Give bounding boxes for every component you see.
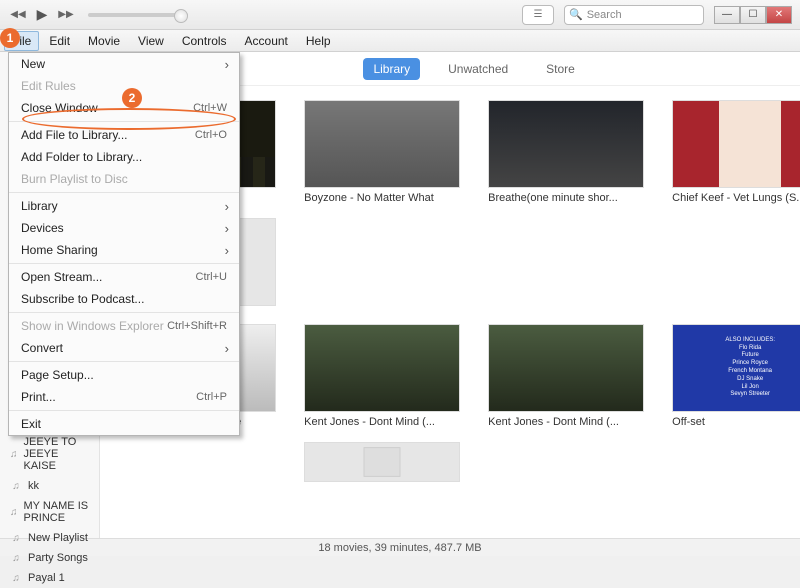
sidebar-item[interactable]: ♫New Playlist xyxy=(0,528,99,548)
menu-item-convert[interactable]: Convert xyxy=(9,337,239,359)
menu-controls[interactable]: Controls xyxy=(174,31,235,51)
video-card[interactable] xyxy=(304,442,460,482)
menu-separator xyxy=(9,410,239,411)
menu-item-home-sharing[interactable]: Home Sharing xyxy=(9,239,239,261)
video-card[interactable]: Kent Jones - Dont Mind (... xyxy=(304,324,460,428)
search-icon: 🔍 xyxy=(569,8,583,21)
video-card[interactable]: ALSO INCLUDES: Flo Rida Future Prince Ro… xyxy=(672,324,800,428)
menu-item-devices[interactable]: Devices xyxy=(9,217,239,239)
search-input[interactable]: 🔍 Search xyxy=(564,5,704,25)
sidebar-item[interactable]: ♫kk xyxy=(0,476,99,496)
playback-controls: ◀◀ ▶ ▶▶ xyxy=(8,5,76,25)
video-thumb xyxy=(488,100,644,188)
menu-item-show-explorer: Show in Windows ExplorerCtrl+Shift+R xyxy=(9,315,239,337)
tab-library[interactable]: Library xyxy=(363,58,420,80)
minimize-button[interactable]: — xyxy=(714,6,740,24)
menu-edit[interactable]: Edit xyxy=(41,31,78,51)
video-title: Off-set xyxy=(672,416,800,428)
menu-item-library[interactable]: Library xyxy=(9,195,239,217)
menu-account[interactable]: Account xyxy=(237,31,296,51)
maximize-button[interactable]: ☐ xyxy=(740,6,766,24)
menu-help[interactable]: Help xyxy=(298,31,339,51)
annotation-badge-1: 1 xyxy=(0,28,20,48)
annotation-badge-2: 2 xyxy=(122,88,142,108)
video-card[interactable]: Chief Keef - Vet Lungs (S... xyxy=(672,100,800,204)
playlist-icon: ♫ xyxy=(10,448,18,460)
menu-item-burn: Burn Playlist to Disc xyxy=(9,168,239,190)
next-button[interactable]: ▶▶ xyxy=(56,5,76,25)
menu-item-add-folder[interactable]: Add Folder to Library... xyxy=(9,146,239,168)
playlist-icon: ♫ xyxy=(10,480,22,492)
menu-item-subscribe[interactable]: Subscribe to Podcast... xyxy=(9,288,239,310)
menu-movie[interactable]: Movie xyxy=(80,31,128,51)
menubar: File Edit Movie View Controls Account He… xyxy=(0,30,800,52)
playlist-icon: ♫ xyxy=(10,572,22,584)
search-placeholder: Search xyxy=(587,9,622,21)
playlist-icon: ♫ xyxy=(10,552,22,564)
video-title: Boyzone - No Matter What xyxy=(304,192,460,204)
menu-view[interactable]: View xyxy=(130,31,172,51)
menu-item-new[interactable]: New xyxy=(9,53,239,75)
menu-item-open-stream[interactable]: Open Stream...Ctrl+U xyxy=(9,266,239,288)
play-button[interactable]: ▶ xyxy=(30,5,54,25)
menu-separator xyxy=(9,192,239,193)
video-card[interactable]: Breathe(one minute shor... xyxy=(488,100,644,204)
tab-unwatched[interactable]: Unwatched xyxy=(438,58,518,80)
menu-separator xyxy=(9,361,239,362)
menu-item-exit[interactable]: Exit xyxy=(9,413,239,435)
volume-slider[interactable] xyxy=(88,13,188,17)
sidebar-item[interactable]: ♫MY NAME IS PRINCE xyxy=(0,496,99,528)
sidebar-item[interactable]: ♫Payal 1 xyxy=(0,568,99,588)
view-mode-button[interactable]: ☰ xyxy=(522,5,554,25)
tab-store[interactable]: Store xyxy=(536,58,585,80)
video-title: Kent Jones - Dont Mind (... xyxy=(488,416,644,428)
status-bar: 18 movies, 39 minutes, 487.7 MB xyxy=(0,538,800,556)
video-card[interactable]: Boyzone - No Matter What xyxy=(304,100,460,204)
close-button[interactable]: ✕ xyxy=(766,6,792,24)
prev-button[interactable]: ◀◀ xyxy=(8,5,28,25)
sidebar-item[interactable]: ♫Party Songs xyxy=(0,548,99,568)
playlist-icon: ♫ xyxy=(10,506,18,518)
menu-item-print[interactable]: Print...Ctrl+P xyxy=(9,386,239,408)
video-thumb-placeholder xyxy=(304,442,460,482)
sidebar-item[interactable]: ♫JEEYE TO JEEYE KAISE xyxy=(0,432,99,476)
menu-separator xyxy=(9,312,239,313)
video-card[interactable]: Kent Jones - Dont Mind (... xyxy=(488,324,644,428)
video-thumb xyxy=(304,324,460,412)
window-controls: — ☐ ✕ xyxy=(714,6,792,24)
video-thumb xyxy=(488,324,644,412)
video-title: Chief Keef - Vet Lungs (S... xyxy=(672,192,800,204)
playlist-icon: ♫ xyxy=(10,532,22,544)
menu-item-page-setup[interactable]: Page Setup... xyxy=(9,364,239,386)
annotation-highlight-oval xyxy=(22,108,236,130)
menu-separator xyxy=(9,263,239,264)
video-title: Kent Jones - Dont Mind (... xyxy=(304,416,460,428)
video-title: Breathe(one minute shor... xyxy=(488,192,644,204)
player-bar: ◀◀ ▶ ▶▶ ☰ 🔍 Search — ☐ ✕ xyxy=(0,0,800,30)
video-thumb xyxy=(304,100,460,188)
video-thumb: ALSO INCLUDES: Flo Rida Future Prince Ro… xyxy=(672,324,800,412)
video-thumb xyxy=(672,100,800,188)
